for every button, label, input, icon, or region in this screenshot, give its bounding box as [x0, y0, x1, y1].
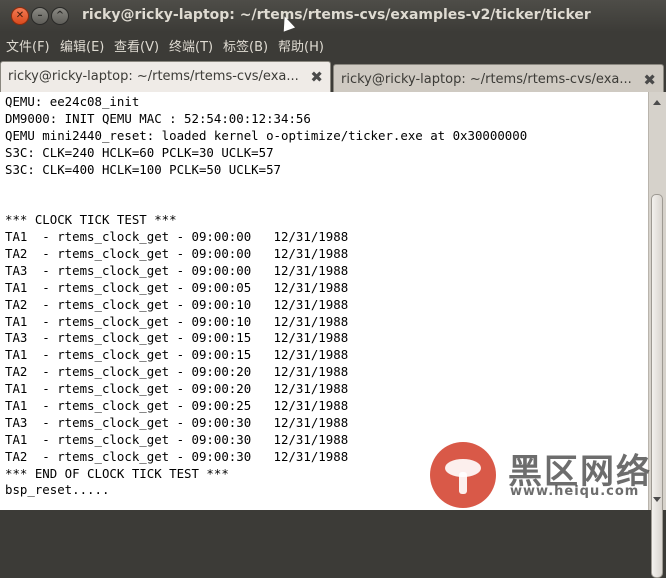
terminal-line: TA2 - rtems_clock_get - 09:00:20 12/31/1…	[5, 364, 349, 380]
close-window-button[interactable]: ✕	[11, 7, 29, 25]
window-title: ricky@ricky-laptop: ~/rtems/rtems-cvs/ex…	[82, 7, 591, 23]
terminal-line: TA3 - rtems_clock_get - 09:00:00 12/31/1…	[5, 262, 349, 278]
terminal-line: TA1 - rtems_clock_get - 09:00:05 12/31/1…	[5, 279, 349, 295]
menu-view[interactable]: 查看(V)	[114, 36, 159, 55]
menu-edit[interactable]: 编辑(E)	[60, 36, 104, 55]
watermark-url: www.heiqu.com	[510, 484, 640, 499]
menu-terminal[interactable]: 终端(T)	[169, 36, 213, 55]
terminal-line: TA1 - rtems_clock_get - 09:00:20 12/31/1…	[5, 381, 349, 397]
watermark-logo: 黑区网络 www.heiqu.com	[430, 442, 666, 510]
tab-label: ricky@ricky-laptop: ~/rtems/rtems-cvs/ex…	[341, 72, 632, 87]
maximize-icon: ^	[55, 10, 65, 21]
terminal-line: QEMU: ee24c08_init	[5, 94, 140, 109]
menu-bar: 文件(F) 编辑(E) 查看(V) 终端(T) 标签(B) 帮助(H)	[0, 32, 666, 56]
close-icon: ✕	[15, 10, 25, 21]
terminal-line: QEMU mini2440_reset: loaded kernel o-opt…	[5, 127, 528, 143]
terminal-line: S3C: CLK=240 HCLK=60 PCLK=30 UCLK=57	[5, 144, 274, 160]
terminal-line: TA1 - rtems_clock_get - 09:00:10 12/31/1…	[5, 313, 349, 329]
tab-terminal-1[interactable]: ricky@ricky-laptop: ~/rtems/rtems-cvs/ex…	[0, 61, 331, 92]
scrollbar-thumb[interactable]	[651, 194, 663, 578]
terminal-line: TA1 - rtems_clock_get - 09:00:00 12/31/1…	[5, 229, 349, 245]
minimize-window-button[interactable]: –	[31, 7, 49, 25]
scroll-up-arrow-icon[interactable]	[653, 100, 661, 105]
tab-terminal-2[interactable]: ricky@ricky-laptop: ~/rtems/rtems-cvs/ex…	[333, 64, 664, 92]
terminal-line: DM9000: INIT QEMU MAC : 52:54:00:12:34:5…	[5, 110, 311, 126]
tab-label: ricky@ricky-laptop: ~/rtems/rtems-cvs/ex…	[8, 69, 299, 84]
tab-close-icon[interactable]: ✖	[643, 71, 656, 89]
window-titlebar[interactable]: ✕ – ^ ricky@ricky-laptop: ~/rtems/rtems-…	[0, 0, 666, 32]
menu-help[interactable]: 帮助(H)	[278, 36, 324, 55]
watermark-logo-icon	[430, 442, 496, 508]
terminal-line: TA1 - rtems_clock_get - 09:00:25 12/31/1…	[5, 398, 349, 414]
tab-bar: ricky@ricky-laptop: ~/rtems/rtems-cvs/ex…	[0, 56, 666, 92]
maximize-window-button[interactable]: ^	[51, 7, 69, 25]
terminal-line: TA1 - rtems_clock_get - 09:00:15 12/31/1…	[5, 347, 349, 363]
terminal-line: *** CLOCK TICK TEST ***	[5, 212, 177, 228]
minimize-icon: –	[37, 10, 43, 21]
tab-close-icon[interactable]: ✖	[310, 68, 323, 86]
terminal-line: TA3 - rtems_clock_get - 09:00:15 12/31/1…	[5, 330, 349, 346]
menu-file[interactable]: 文件(F)	[6, 36, 50, 55]
terminal-line: TA2 - rtems_clock_get - 09:00:10 12/31/1…	[5, 296, 349, 312]
terminal-line: TA2 - rtems_clock_get - 09:00:00 12/31/1…	[5, 246, 349, 262]
terminal-line: TA3 - rtems_clock_get - 09:00:30 12/31/1…	[5, 414, 349, 430]
terminal-line: S3C: CLK=400 HCLK=100 PCLK=50 UCLK=57	[5, 161, 282, 177]
terminal-lines: QEMU: ee24c08_init DM9000: INIT QEMU MAC …	[5, 94, 527, 499]
menu-tabs[interactable]: 标签(B)	[223, 36, 268, 55]
